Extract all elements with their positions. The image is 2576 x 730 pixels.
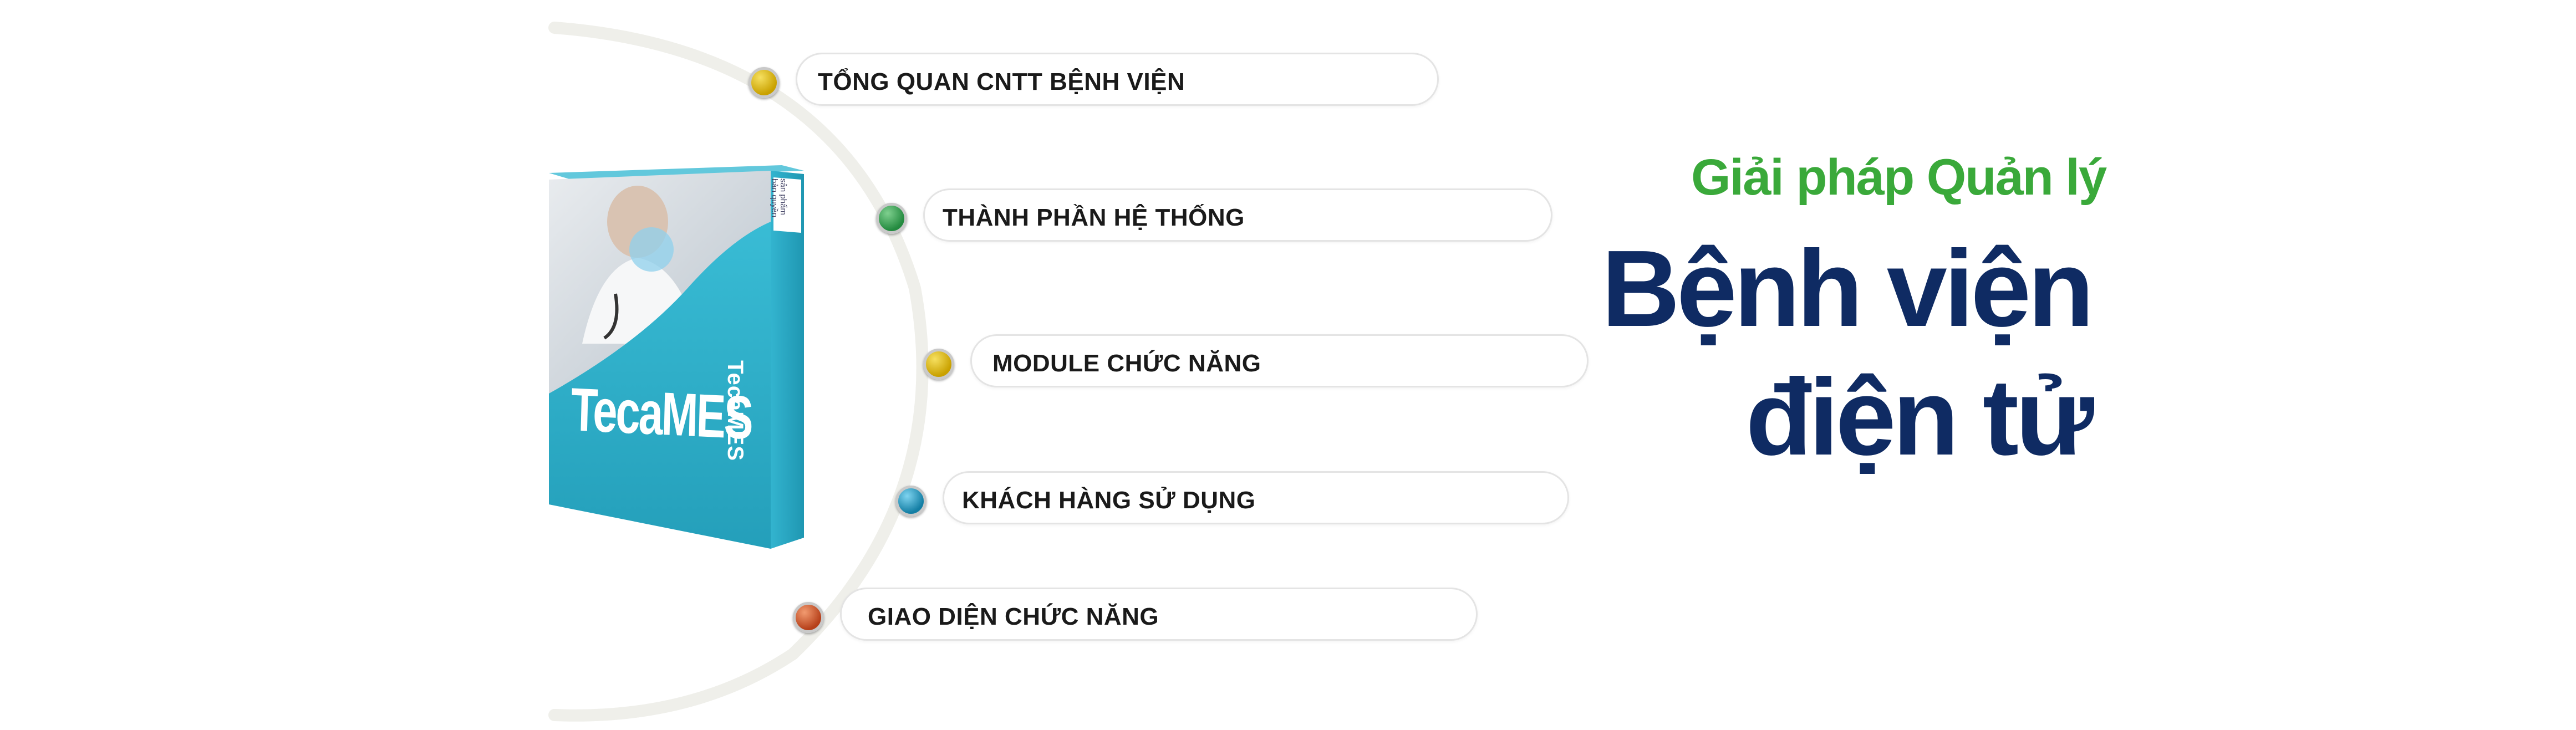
menu-label: THÀNH PHẦN HỆ THỐNG (943, 204, 1245, 231)
product-brand-logo: TecaMES (570, 375, 753, 452)
product-spine-tag: sản phẩm bản quyền (770, 178, 788, 218)
bullet-icon (749, 67, 780, 98)
headline-title-line2: điện tử (1745, 356, 2094, 478)
product-spine-brand: TecaMES (723, 360, 747, 461)
bullet-icon (923, 349, 954, 380)
menu-label: KHÁCH HÀNG SỬ DỤNG (962, 487, 1256, 514)
headline-title: Bệnh viện điện tử (1601, 224, 2094, 482)
headline-subtitle: Giải pháp Quản lý (1691, 149, 2107, 206)
menu-label: TỔNG QUAN CNTT BỆNH VIỆN (818, 68, 1185, 95)
spine-tag-line2: bản quyền (770, 178, 779, 218)
product-box-image: TecaMES TecaMES sản phẩm bản quyền (549, 161, 804, 549)
bullet-icon (876, 203, 907, 234)
menu-label: GIAO DIỆN CHỨC NĂNG (868, 603, 1159, 630)
spine-tag-line1: sản phẩm (778, 178, 788, 215)
bullet-icon (895, 486, 926, 517)
headline-title-line1: Bệnh viện (1601, 228, 2094, 349)
menu-label: MODULE CHỨC NĂNG (992, 350, 1261, 377)
bullet-icon (793, 602, 824, 633)
